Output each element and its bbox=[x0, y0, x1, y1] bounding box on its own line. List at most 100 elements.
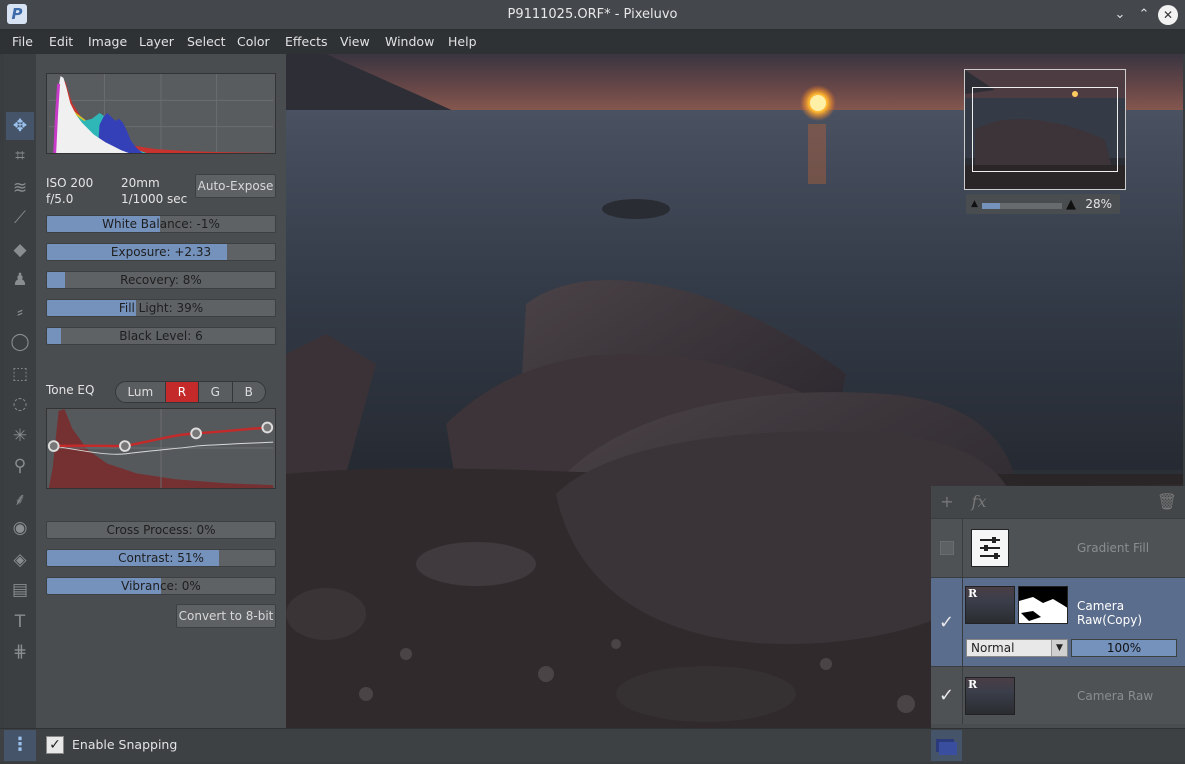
shutter-readout: 1/1000 sec bbox=[121, 192, 188, 206]
maximize-button[interactable]: ⌃ bbox=[1134, 5, 1154, 25]
layers-toolbar: + fx 🗑 bbox=[931, 486, 1185, 518]
panel-toggle-button[interactable]: ⋮ bbox=[4, 730, 36, 761]
curve-point[interactable] bbox=[119, 440, 131, 452]
zoom-slider[interactable] bbox=[982, 203, 1062, 209]
slider-label: Fill Light: 39% bbox=[118, 301, 204, 315]
channel-selector: Lum R G B bbox=[115, 381, 266, 403]
layer-visibility-toggle[interactable]: ✓ bbox=[931, 578, 962, 666]
menu-image[interactable]: Image bbox=[88, 34, 127, 49]
crop-icon: ⌗ bbox=[15, 146, 25, 166]
menu-select[interactable]: Select bbox=[187, 34, 226, 49]
healing-tool[interactable]: ⸗ bbox=[6, 298, 34, 326]
add-layer-button[interactable]: + bbox=[933, 490, 961, 514]
curve-point[interactable] bbox=[261, 421, 274, 434]
curve-point[interactable] bbox=[190, 427, 202, 440]
channel-lum[interactable]: Lum bbox=[116, 382, 165, 402]
menu-edit[interactable]: Edit bbox=[49, 34, 73, 49]
channel-b[interactable]: B bbox=[231, 382, 265, 402]
smudge-icon: ⸙ bbox=[13, 489, 27, 510]
lasso-tool[interactable]: ◯ bbox=[6, 328, 34, 356]
layer-name: Camera Raw(Copy) bbox=[1077, 599, 1143, 627]
text-tool[interactable]: T bbox=[6, 608, 34, 636]
menu-file[interactable]: File bbox=[12, 34, 33, 49]
ellipse-select-icon: ◌ bbox=[12, 394, 28, 414]
layer-visibility-toggle[interactable] bbox=[931, 519, 962, 577]
menu-help[interactable]: Help bbox=[448, 34, 477, 49]
zoom-level: 28% bbox=[1085, 197, 1112, 211]
zoom-control: ▲ ▲ 28% bbox=[966, 194, 1120, 214]
rect-select-tool[interactable]: ⬚ bbox=[6, 360, 34, 388]
paint-bucket-icon: ◈ bbox=[13, 550, 27, 570]
slider-exposure[interactable]: Exposure: +2.33 bbox=[46, 243, 276, 261]
straighten-icon: ≋ bbox=[12, 178, 28, 198]
navigator-viewport[interactable] bbox=[972, 87, 1118, 172]
tools-toolbar: ✥ ⌗ ≋ ⟋ ◆ ♟ ⸗ ◯ ⬚ ◌ ✳ ⚲ ⸙ ◉ ◈ ▤ T ⋕ bbox=[4, 54, 36, 728]
layer-mask-thumbnail[interactable] bbox=[1018, 586, 1068, 624]
perspective-icon: ⋕ bbox=[12, 642, 28, 662]
tone-curve-editor[interactable] bbox=[46, 408, 276, 489]
layer-camera-raw[interactable]: ✓ R Camera Raw bbox=[931, 666, 1185, 724]
slider-label: Exposure: +2.33 bbox=[110, 245, 212, 259]
menu-effects[interactable]: Effects bbox=[285, 34, 328, 49]
move-tool[interactable]: ✥ bbox=[6, 112, 34, 140]
move-icon: ✥ bbox=[12, 116, 28, 136]
trash-icon[interactable]: 🗑 bbox=[1153, 490, 1181, 514]
slider-label: Cross Process: 0% bbox=[106, 523, 216, 537]
red-eye-tool[interactable]: ◉ bbox=[6, 514, 34, 542]
menu-color[interactable]: Color bbox=[237, 34, 270, 49]
menu-view[interactable]: View bbox=[340, 34, 370, 49]
layer-gradient-fill[interactable]: Gradient Fill bbox=[931, 518, 1185, 577]
status-bar: ⋮ ✓ Enable Snapping bbox=[0, 728, 1185, 762]
title-bar: P P9111025.ORF* - Pixeluvo ⌄ ⌃ ✕ bbox=[0, 0, 1185, 30]
slider-recovery[interactable]: Recovery: 8% bbox=[46, 271, 276, 289]
perspective-tool[interactable]: ⋕ bbox=[6, 638, 34, 666]
opacity-slider[interactable]: 100% bbox=[1071, 639, 1177, 657]
menu-layer[interactable]: Layer bbox=[139, 34, 174, 49]
crop-tool[interactable]: ⌗ bbox=[6, 142, 34, 170]
magic-wand-tool[interactable]: ✳ bbox=[6, 422, 34, 450]
rect-select-icon: ⬚ bbox=[11, 364, 29, 384]
gradient-tool[interactable]: ▤ bbox=[6, 576, 34, 604]
slider-white-balance[interactable]: White Balance: -1% bbox=[46, 215, 276, 233]
chevron-down-icon: ▼ bbox=[1051, 640, 1067, 656]
zoom-in-icon[interactable]: ▲ bbox=[1066, 197, 1076, 212]
close-button[interactable]: ✕ bbox=[1158, 5, 1178, 25]
auto-expose-button[interactable]: Auto-Expose bbox=[195, 174, 276, 198]
slider-contrast[interactable]: Contrast: 51% bbox=[46, 549, 276, 567]
slider-label: White Balance: -1% bbox=[102, 217, 220, 231]
minimize-button[interactable]: ⌄ bbox=[1110, 5, 1130, 25]
zoom-out-icon[interactable]: ▲ bbox=[971, 199, 978, 209]
slider-cross-process[interactable]: Cross Process: 0% bbox=[46, 521, 276, 539]
tone-eq-label: Tone EQ bbox=[46, 383, 95, 397]
slider-black-level[interactable]: Black Level: 6 bbox=[46, 327, 276, 345]
eraser-tool[interactable]: ◆ bbox=[6, 236, 34, 264]
close-icon: ✕ bbox=[1162, 8, 1174, 22]
slider-label: Black Level: 6 bbox=[119, 329, 203, 343]
convert-8bit-button[interactable]: Convert to 8-bit bbox=[176, 604, 276, 628]
ellipse-select-tool[interactable]: ◌ bbox=[6, 390, 34, 418]
blend-mode-select[interactable]: Normal ▼ bbox=[966, 639, 1068, 657]
channel-g[interactable]: G bbox=[198, 382, 231, 402]
gradient-icon: ▤ bbox=[11, 580, 29, 600]
layer-camera-raw-copy[interactable]: ✓ R Camera Raw(Copy) Normal ▼ 100% bbox=[931, 577, 1185, 666]
menu-window[interactable]: Window bbox=[385, 34, 434, 49]
layer-name: Camera Raw bbox=[1077, 689, 1154, 703]
slider-label: Vibrance: 0% bbox=[121, 579, 201, 593]
slider-vibrance[interactable]: Vibrance: 0% bbox=[46, 577, 276, 595]
clone-stamp-tool[interactable]: ♟ bbox=[6, 266, 34, 294]
layer-visibility-toggle[interactable]: ✓ bbox=[931, 667, 962, 724]
paint-bucket-tool[interactable]: ◈ bbox=[6, 546, 34, 574]
channel-r[interactable]: R bbox=[164, 382, 199, 402]
smudge-tool[interactable]: ⸙ bbox=[6, 484, 34, 512]
layer-thumbnail: R bbox=[965, 586, 1015, 624]
slider-fill-light[interactable]: Fill Light: 39% bbox=[46, 299, 276, 317]
brush-tool[interactable]: ⟋ bbox=[6, 204, 34, 232]
eyedropper-tool[interactable]: ⚲ bbox=[6, 452, 34, 480]
layers-panel-toggle[interactable] bbox=[931, 730, 962, 761]
curve-point[interactable] bbox=[47, 440, 60, 452]
enable-snapping-checkbox[interactable]: ✓ bbox=[46, 736, 64, 754]
fx-button[interactable]: fx bbox=[965, 490, 993, 514]
straighten-tool[interactable]: ≋ bbox=[6, 174, 34, 202]
window-title: P9111025.ORF* - Pixeluvo bbox=[507, 7, 678, 22]
iso-readout: ISO 200 bbox=[46, 176, 94, 190]
